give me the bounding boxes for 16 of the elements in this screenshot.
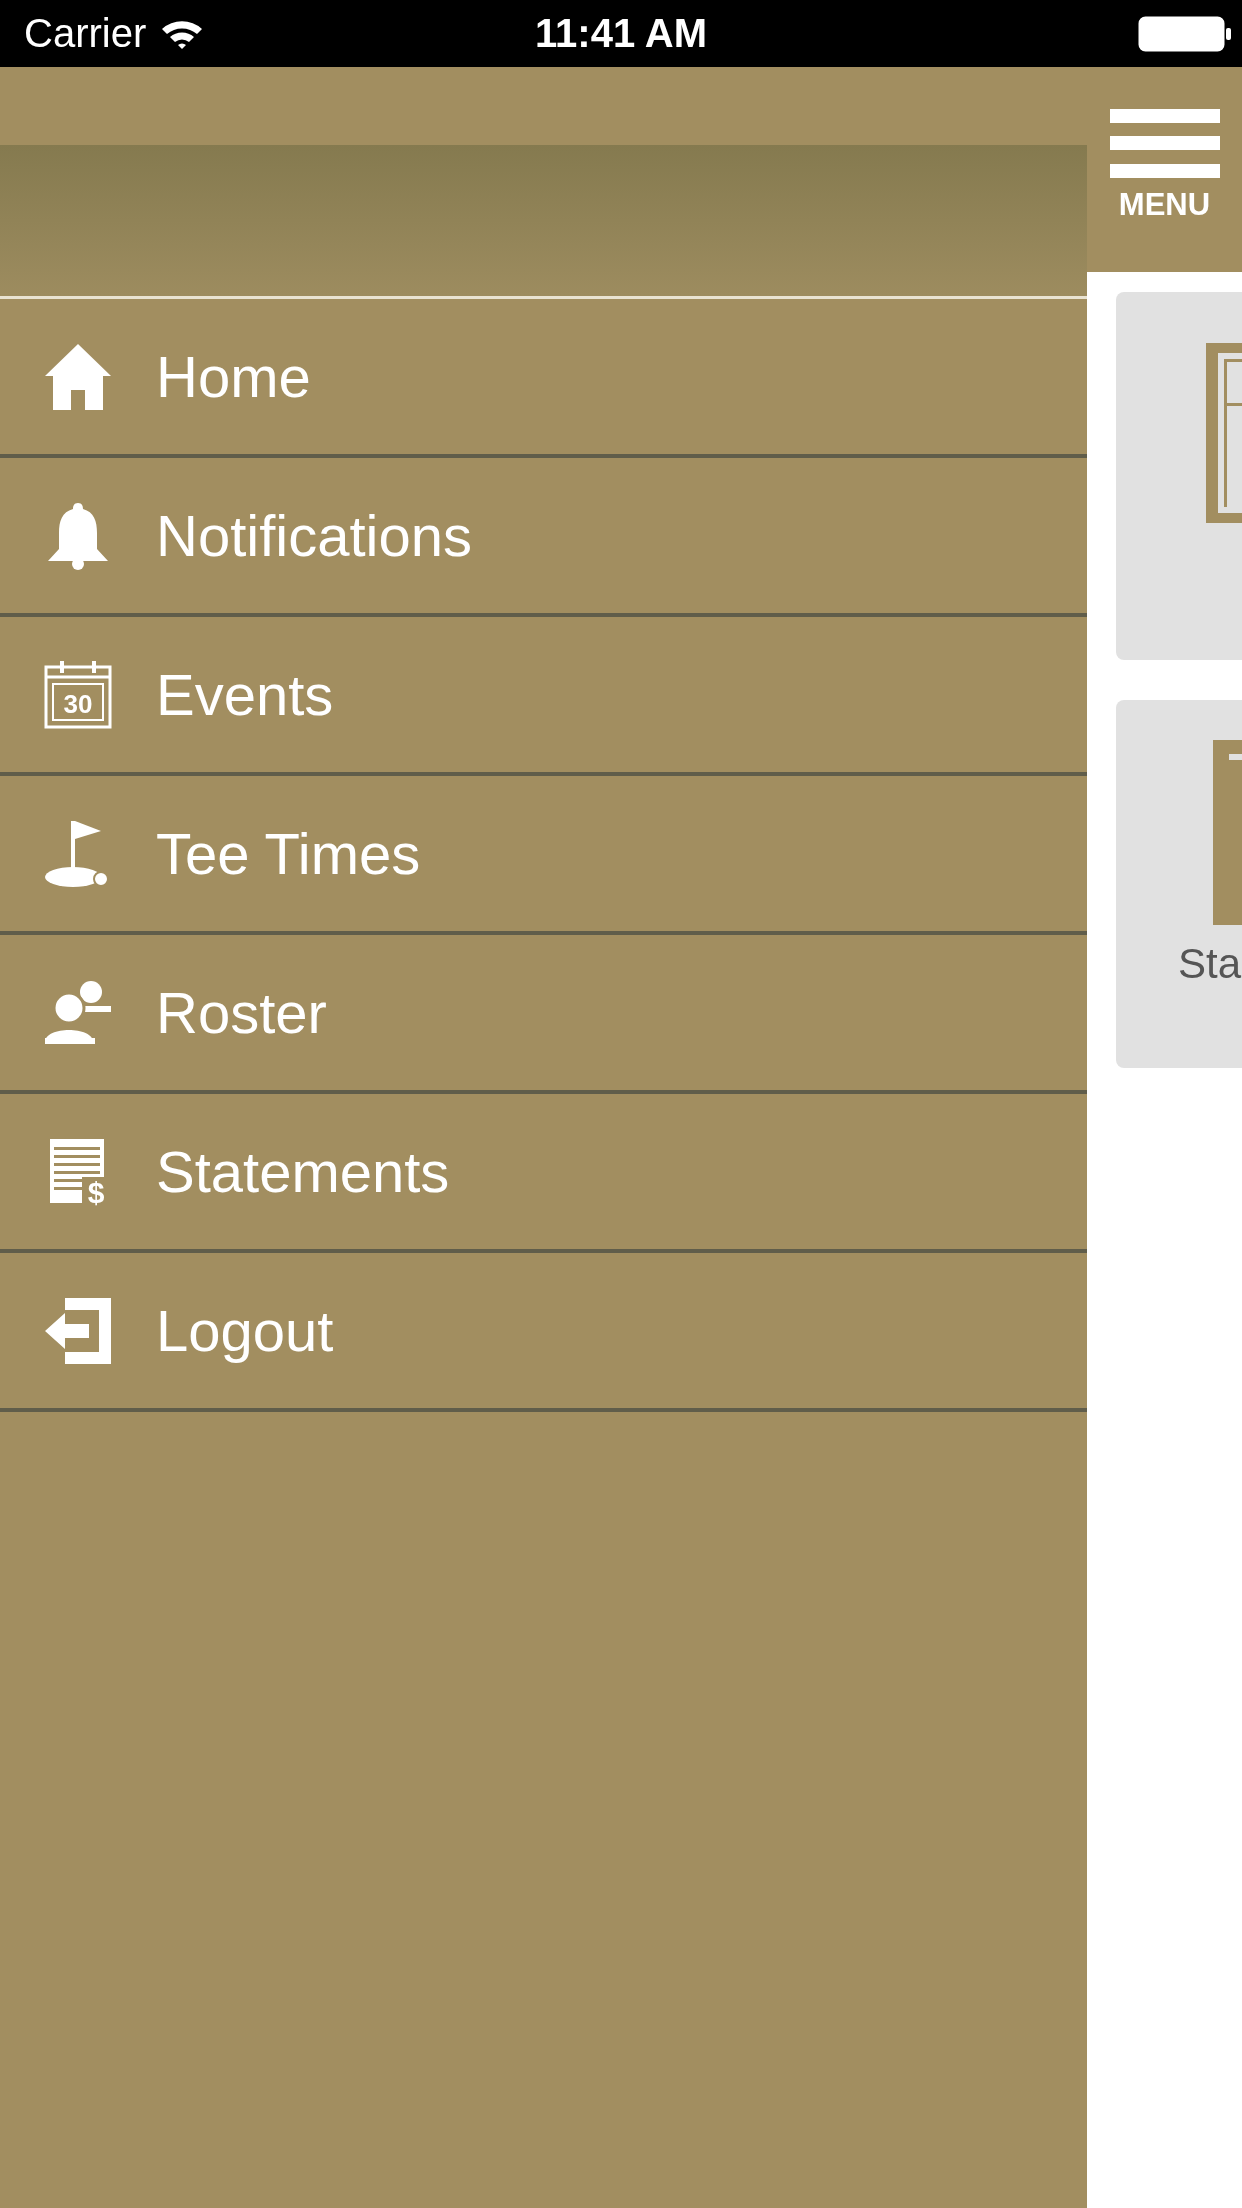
menu-item[interactable]: Logout xyxy=(0,1253,1087,1412)
menu-item[interactable]: 30 Events xyxy=(0,617,1087,776)
menu-item[interactable]: $ Statements xyxy=(0,1094,1087,1253)
menu-item[interactable]: Roster xyxy=(0,935,1087,1094)
menu-item[interactable]: Home xyxy=(0,299,1087,458)
battery-icon xyxy=(1138,15,1232,52)
clock-time: 11:41 AM xyxy=(535,11,707,55)
bell-icon xyxy=(46,500,110,571)
people-icon xyxy=(43,979,113,1046)
carrier-name: Carrier xyxy=(24,11,147,56)
tile-label: Sta xyxy=(1178,940,1242,988)
logout-icon xyxy=(43,1295,113,1366)
menu-item[interactable]: Tee Times xyxy=(0,776,1087,935)
tile-card[interactable]: Sta xyxy=(1116,700,1242,1068)
menu-item[interactable]: Notifications xyxy=(0,458,1087,617)
home-icon xyxy=(43,341,113,412)
